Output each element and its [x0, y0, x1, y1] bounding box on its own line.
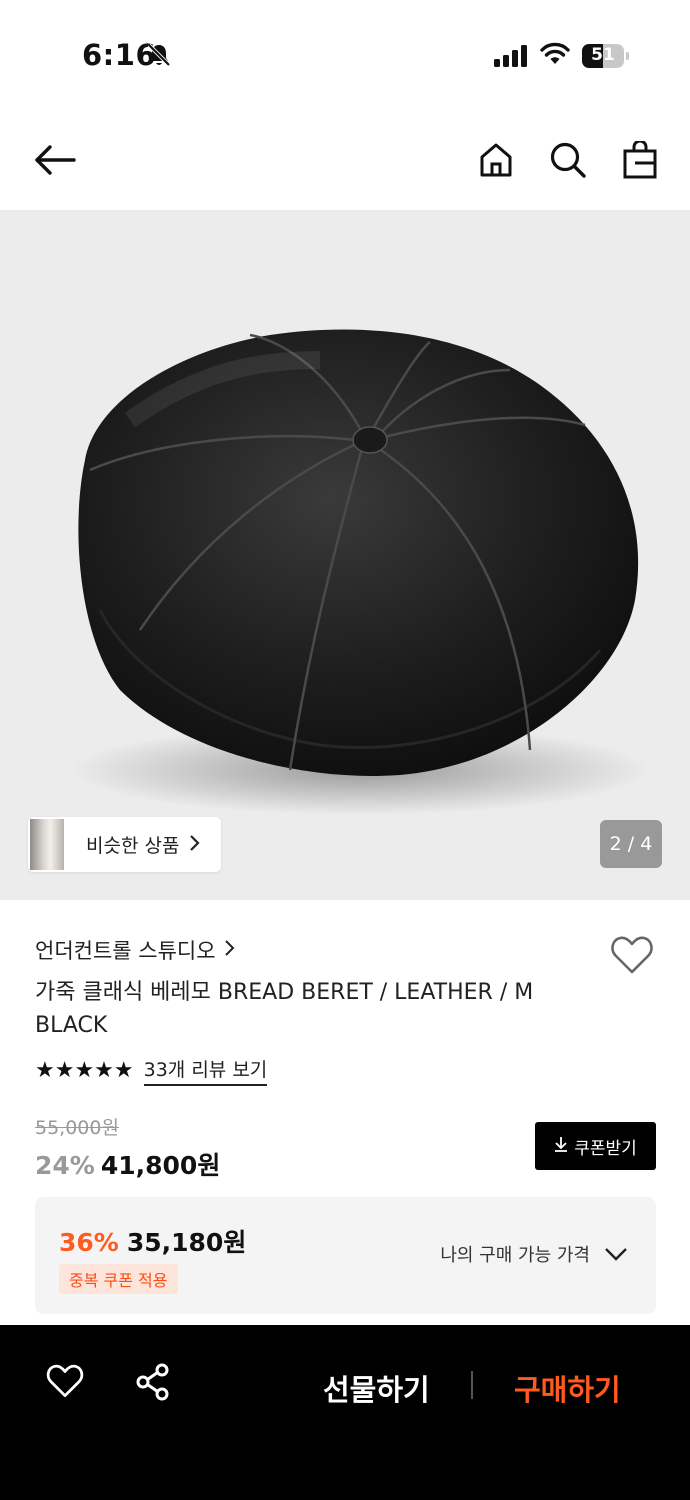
buy-button[interactable]: 구매하기	[514, 1367, 621, 1409]
chevron-down-icon	[605, 1248, 627, 1261]
home-icon[interactable]	[472, 136, 520, 184]
top-nav	[0, 110, 690, 210]
similar-product-thumbnail	[30, 819, 64, 870]
divider	[471, 1371, 473, 1399]
back-arrow-icon[interactable]	[30, 136, 78, 184]
battery-level: 51	[591, 45, 615, 65]
share-icon[interactable]	[135, 1363, 171, 1405]
bottom-action-bar: 선물하기 구매하기	[0, 1325, 690, 1500]
heart-icon[interactable]	[46, 1363, 84, 1403]
my-price-panel[interactable]: 36% 35,180원 중복 쿠폰 적용 나의 구매 가능 가격	[35, 1197, 656, 1314]
stacked-coupon-badge: 중복 쿠폰 적용	[59, 1264, 178, 1294]
beret-image	[70, 329, 650, 815]
wifi-icon	[540, 42, 570, 70]
battery-icon: 51	[582, 44, 629, 68]
product-title: 가죽 클래식 베레모 BREAD BERET / LEATHER / M BLA…	[35, 980, 534, 1038]
my-price: 35,180원	[126, 1228, 247, 1257]
star-rating-icon: ★★★★★	[35, 1058, 134, 1083]
sale-price: 41,800원	[100, 1151, 221, 1180]
original-price: 55,000원	[35, 1117, 119, 1139]
status-bar: 6:16 51	[0, 0, 690, 110]
my-price-toggle[interactable]: 나의 구매 가능 가격	[440, 1241, 628, 1267]
price-row: 24% 41,800원	[35, 1146, 220, 1182]
download-icon	[554, 1136, 568, 1156]
image-pager: 2 / 4	[600, 820, 662, 868]
wishlist-heart-icon[interactable]	[610, 935, 654, 979]
similar-products-button[interactable]: 비슷한 상품	[28, 817, 221, 872]
search-icon[interactable]	[544, 136, 592, 184]
similar-products-label: 비슷한 상품	[86, 835, 180, 857]
my-price-label: 나의 구매 가능 가격	[440, 1245, 590, 1266]
discount-percent: 24%	[35, 1151, 95, 1180]
brand-link[interactable]: 언더컨트롤 스튜디오	[35, 935, 236, 965]
product-image[interactable]: 비슷한 상품 2 / 4	[0, 210, 690, 900]
silent-bell-icon	[146, 42, 172, 72]
chevron-right-icon	[189, 833, 201, 857]
cellular-signal-icon	[494, 44, 530, 72]
get-coupon-button[interactable]: 쿠폰받기	[535, 1122, 656, 1170]
get-coupon-label: 쿠폰받기	[574, 1138, 637, 1159]
gift-button[interactable]: 선물하기	[323, 1367, 430, 1409]
brand-name: 언더컨트롤 스튜디오	[35, 939, 216, 963]
rating-row: ★★★★★ 33개 리뷰 보기	[35, 1055, 268, 1086]
review-link[interactable]: 33개 리뷰 보기	[143, 1055, 268, 1086]
chevron-right-icon	[224, 938, 236, 962]
shopping-bag-icon[interactable]	[616, 136, 664, 184]
my-discount-percent: 36%	[59, 1228, 119, 1257]
